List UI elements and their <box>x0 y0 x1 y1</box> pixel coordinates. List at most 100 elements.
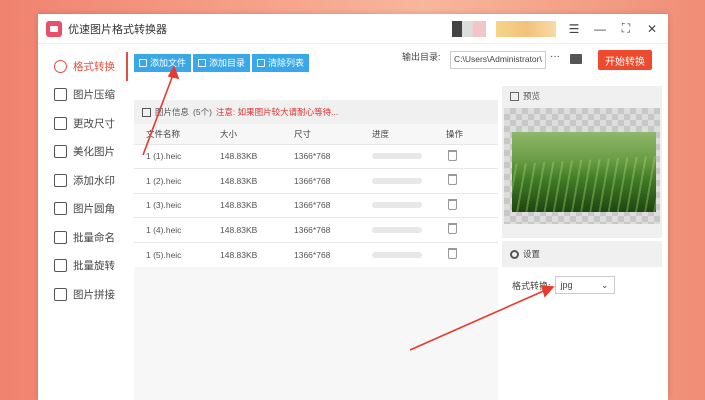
stitch-icon <box>54 287 67 301</box>
column-header-progress: 进度 <box>372 128 390 139</box>
file-dimensions: 1366*768 <box>294 241 372 267</box>
delete-icon[interactable] <box>448 248 457 259</box>
resize-icon <box>54 116 67 130</box>
beautify-icon <box>54 145 67 159</box>
app-window: 优速图片格式转换器 ☰ — ⛶ ✕ 格式转换 图片压缩 更改尺寸 美化图片 添加… <box>38 14 668 400</box>
file-name: 1 (2).heic <box>134 168 220 193</box>
settings-label: 设置 <box>523 249 541 259</box>
add-directory-button[interactable]: 添加目录 <box>193 53 251 72</box>
sidebar-item-rotate[interactable]: 批量旋转 <box>38 252 128 281</box>
settings-header: 设置 <box>502 241 662 267</box>
toolbar: 添加文件 添加目录 清除列表 <box>134 44 498 74</box>
format-setting-row: 格式转换: jpg ⌄ <box>512 276 615 294</box>
sidebar-item-label: 格式转换 <box>73 60 115 73</box>
app-title: 优速图片格式转换器 <box>68 23 167 36</box>
delete-icon[interactable] <box>448 223 457 235</box>
file-info-label: 图片信息 <box>155 107 190 117</box>
start-convert-button[interactable]: 开始转换 <box>598 50 652 70</box>
format-value: jpg <box>560 280 573 290</box>
format-select[interactable]: jpg ⌄ <box>554 276 615 294</box>
file-size: 148.83KB <box>220 217 294 242</box>
file-size: 148.83KB <box>220 168 294 193</box>
file-name: 1 (3).heic <box>134 192 220 218</box>
preview-label: 预览 <box>523 91 541 101</box>
rename-icon <box>54 230 67 244</box>
progress-bar <box>372 202 422 209</box>
table-row[interactable]: 1 (1).heic 148.83KB 1366*768 <box>134 143 498 169</box>
table-row[interactable]: 1 (4).heic 148.83KB 1366*768 <box>134 217 498 242</box>
progress-bar <box>372 177 422 184</box>
output-dir-input[interactable]: C:\Users\Administrator\ <box>450 51 546 69</box>
file-name: 1 (1).heic <box>134 143 220 169</box>
sidebar-item-label: 批量旋转 <box>73 260 115 273</box>
user-name-blurred[interactable] <box>496 20 556 37</box>
progress-bar <box>372 226 422 233</box>
sidebar-item-label: 图片压缩 <box>73 89 115 102</box>
minimize-icon[interactable]: — <box>592 21 608 37</box>
table-row[interactable]: 1 (5).heic 148.83KB 1366*768 <box>134 241 498 267</box>
sidebar-item-compress[interactable]: 图片压缩 <box>38 81 128 110</box>
menu-icon[interactable]: ☰ <box>566 21 582 37</box>
file-table: 文件名称 大小 尺寸 进度 操作 1 (1).heic 148.83KB 136… <box>134 124 498 267</box>
sidebar-item-label: 添加水印 <box>73 174 115 187</box>
delete-icon[interactable] <box>448 174 457 186</box>
image-icon <box>142 107 151 117</box>
main-area: 添加文件 添加目录 清除列表 图片信息 (5个) 注意: 如果图片较大请耐心等待… <box>134 44 498 400</box>
user-avatar[interactable] <box>452 20 486 37</box>
trash-icon <box>257 58 266 67</box>
table-row[interactable]: 1 (3).heic 148.83KB 1366*768 <box>134 192 498 218</box>
preview-image <box>512 132 656 212</box>
sidebar-item-label: 批量命名 <box>73 231 115 244</box>
rotate-icon <box>54 259 67 273</box>
delete-icon[interactable] <box>448 198 457 210</box>
sidebar-item-watermark[interactable]: 添加水印 <box>38 166 128 195</box>
column-header-dimensions: 尺寸 <box>294 128 312 139</box>
column-header-actions: 操作 <box>446 128 464 139</box>
sidebar-item-label: 图片圆角 <box>73 203 115 216</box>
sidebar-item-round-corner[interactable]: 图片圆角 <box>38 195 128 224</box>
title-bar: 优速图片格式转换器 ☰ — ⛶ ✕ <box>38 14 668 44</box>
round-corner-icon <box>54 202 67 216</box>
browse-more-button[interactable]: ··· <box>550 51 560 62</box>
preview-icon <box>510 91 519 101</box>
clear-list-label: 清除列表 <box>268 58 305 68</box>
maximize-icon[interactable]: ⛶ <box>618 21 634 37</box>
clear-list-button[interactable]: 清除列表 <box>252 53 310 72</box>
sidebar-item-beautify[interactable]: 美化图片 <box>38 138 128 167</box>
output-dir-label: 输出目录: <box>402 52 441 62</box>
sidebar-item-stitch[interactable]: 图片拼接 <box>38 280 128 309</box>
sidebar-item-label: 更改尺寸 <box>73 117 115 130</box>
chevron-down-icon: ⌄ <box>600 279 609 290</box>
sidebar-item-resize[interactable]: 更改尺寸 <box>38 109 128 138</box>
progress-bar <box>372 153 422 160</box>
delete-icon[interactable] <box>448 149 457 161</box>
sidebar-item-label: 美化图片 <box>73 146 115 159</box>
folder-icon <box>198 58 207 67</box>
file-icon <box>139 58 147 67</box>
file-name: 1 (4).heic <box>134 217 220 242</box>
file-dimensions: 1366*768 <box>294 217 372 242</box>
column-header-size: 大小 <box>220 128 238 139</box>
file-size: 148.83KB <box>220 143 294 169</box>
warning-text: 注意: 如果图片较大请耐心等待... <box>215 107 339 117</box>
close-icon[interactable]: ✕ <box>644 21 660 37</box>
sidebar-item-rename[interactable]: 批量命名 <box>38 223 128 252</box>
open-folder-icon[interactable] <box>570 54 582 64</box>
table-row[interactable]: 1 (2).heic 148.83KB 1366*768 <box>134 168 498 193</box>
file-dimensions: 1366*768 <box>294 168 372 193</box>
file-dimensions: 1366*768 <box>294 192 372 218</box>
file-info-header: 图片信息 (5个) 注意: 如果图片较大请耐心等待... <box>134 100 498 124</box>
file-dimensions: 1366*768 <box>294 143 372 169</box>
column-header-name: 文件名称 <box>146 128 181 139</box>
add-file-button[interactable]: 添加文件 <box>134 53 192 72</box>
sidebar: 格式转换 图片压缩 更改尺寸 美化图片 添加水印 图片圆角 批量命名 批量旋转 <box>38 44 128 400</box>
format-label: 格式转换: <box>512 280 551 291</box>
add-directory-label: 添加目录 <box>209 58 246 68</box>
preview-panel: 预览 <box>502 86 662 238</box>
gear-icon <box>510 249 519 259</box>
progress-bar <box>372 251 422 258</box>
file-size: 148.83KB <box>220 241 294 267</box>
file-list-panel: 图片信息 (5个) 注意: 如果图片较大请耐心等待... 文件名称 大小 尺寸 … <box>134 100 498 400</box>
sidebar-item-label: 图片拼接 <box>73 288 115 301</box>
sidebar-item-format-convert[interactable]: 格式转换 <box>38 52 128 81</box>
